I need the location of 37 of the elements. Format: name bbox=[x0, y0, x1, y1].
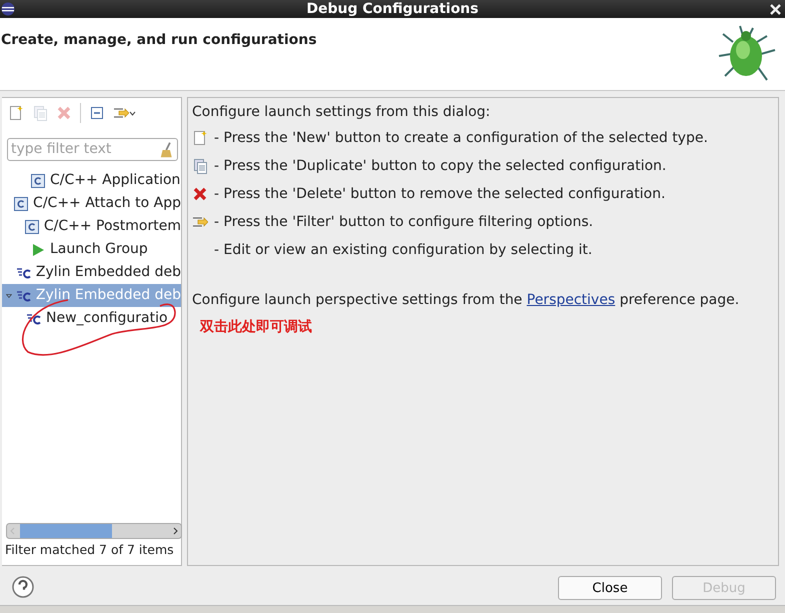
filter-field[interactable]: type filter text bbox=[7, 138, 178, 161]
help-icon[interactable] bbox=[12, 576, 34, 598]
caret-icon bbox=[128, 110, 136, 116]
tree-item[interactable]: Zylin Embedded deb bbox=[2, 261, 181, 284]
tree-item[interactable]: C/C++ Attach to App bbox=[2, 192, 181, 215]
dialog-heading: Create, manage, and run configurations bbox=[0, 31, 317, 50]
help-line: - Press the 'Duplicate' button to copy the selected configuration. bbox=[214, 156, 666, 176]
help-line: - Press the 'Delete' button to remove the selected configuration. bbox=[214, 184, 666, 204]
tree-item[interactable]: C/C++ Postmortem bbox=[2, 215, 181, 238]
duplicate-icon bbox=[32, 105, 48, 121]
tree-item[interactable]: Launch Group bbox=[2, 238, 181, 261]
window-title: Debug Configurations bbox=[306, 0, 478, 18]
perspectives-link[interactable]: Perspectives bbox=[526, 292, 616, 308]
app-icon bbox=[1, 2, 15, 16]
tree-item[interactable]: C/C++ Application bbox=[2, 169, 181, 192]
c-app-icon bbox=[30, 172, 46, 188]
help-line: - Edit or view an existing configuration by selecting it. bbox=[214, 240, 592, 260]
c-app-icon bbox=[24, 218, 40, 234]
new-config-icon bbox=[192, 130, 208, 146]
delete-icon bbox=[56, 105, 72, 121]
intro-text: Configure launch settings from this dialog: bbox=[192, 103, 492, 122]
play-icon bbox=[30, 242, 46, 258]
horizontal-scrollbar[interactable] bbox=[6, 523, 182, 539]
close-icon[interactable] bbox=[770, 4, 781, 15]
c-app-icon bbox=[13, 196, 30, 212]
tree-item[interactable]: New_configuratio bbox=[2, 307, 181, 330]
delete-icon bbox=[192, 186, 208, 202]
close-button[interactable]: Close bbox=[558, 576, 662, 600]
help-line: - Press the 'Filter' button to configure filtering options. bbox=[214, 212, 594, 232]
duplicate-icon bbox=[192, 158, 208, 174]
perspectives-sentence: Configure launch perspective settings from the Perspectives preference page. bbox=[192, 291, 740, 310]
new-config-icon bbox=[8, 105, 24, 121]
collapse-icon bbox=[89, 105, 105, 121]
filter-status: Filter matched 7 of 7 items bbox=[4, 541, 174, 559]
clear-icon[interactable] bbox=[159, 140, 174, 158]
annotation-text: 双击此处即可调试 bbox=[200, 318, 313, 337]
help-line: - Press the 'New' button to create a configuration of the selected type. bbox=[214, 128, 708, 148]
